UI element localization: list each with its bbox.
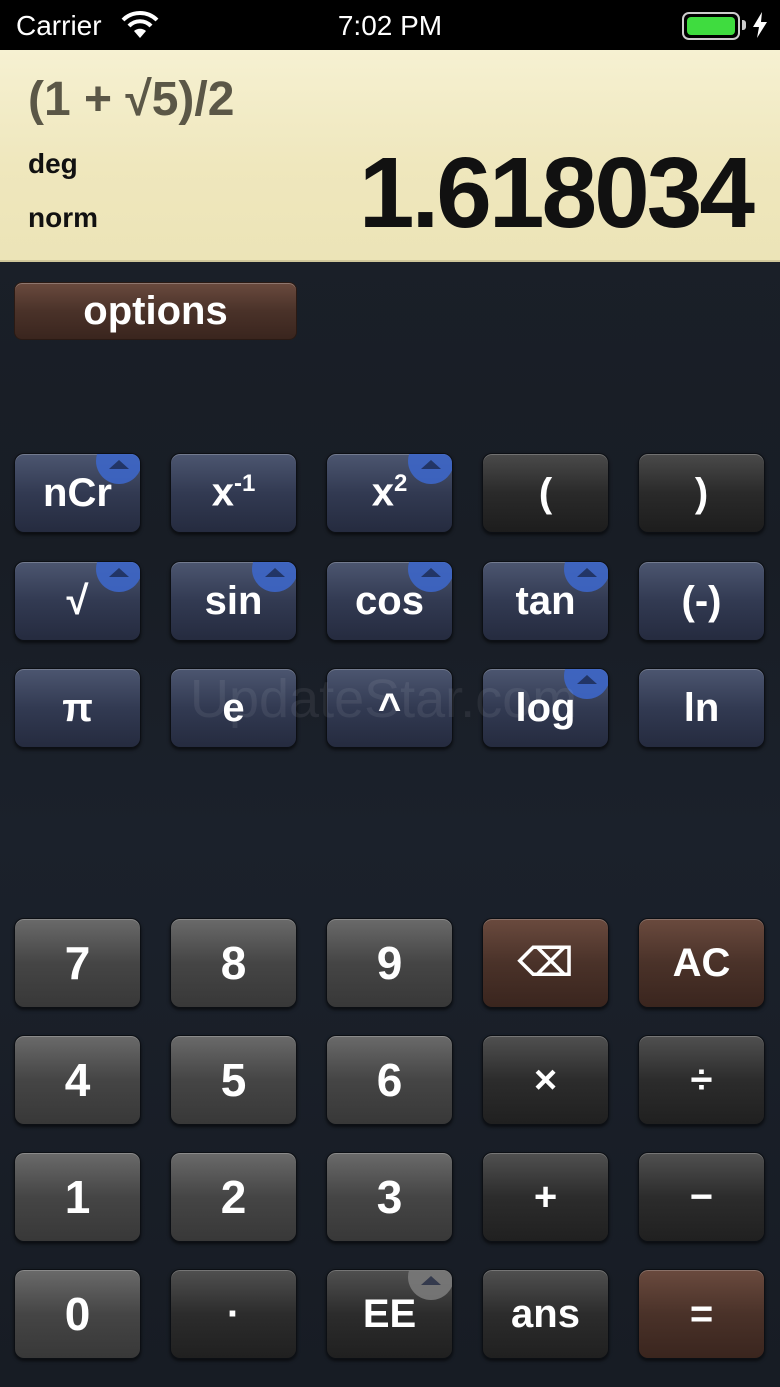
key-label: EE xyxy=(362,1291,417,1336)
reciprocal-key[interactable]: x-1 xyxy=(170,453,297,533)
plus-key[interactable]: + xyxy=(482,1152,609,1242)
backspace-key[interactable]: ⌫ xyxy=(482,918,609,1008)
close-paren-key[interactable]: ) xyxy=(638,453,765,533)
key-label: ans xyxy=(511,1291,580,1336)
pi-key[interactable]: π xyxy=(14,668,141,748)
e-key[interactable]: e xyxy=(170,668,297,748)
digit-1-key[interactable]: 1 xyxy=(14,1152,141,1242)
key-label: 5 xyxy=(220,1054,247,1106)
second-function-indicator xyxy=(96,562,140,592)
key-label: − xyxy=(689,1174,714,1219)
digit-3-key[interactable]: 3 xyxy=(326,1152,453,1242)
key-label: 0 xyxy=(64,1288,91,1340)
key-label: × xyxy=(533,1057,558,1102)
key-label: 6 xyxy=(376,1054,403,1106)
key-label: + xyxy=(533,1174,558,1219)
key-label: log xyxy=(515,685,576,730)
second-function-indicator xyxy=(408,454,452,484)
key-label: cos xyxy=(355,578,424,623)
number-mode-indicator: norm xyxy=(28,202,98,233)
digit-6-key[interactable]: 6 xyxy=(326,1035,453,1125)
sin-key[interactable]: sin xyxy=(170,561,297,641)
key-label: ln xyxy=(683,685,720,730)
key-label: nCr xyxy=(43,470,112,515)
ncr-key[interactable]: nCr xyxy=(14,453,141,533)
key-label: ( xyxy=(538,470,553,515)
key-label: 9 xyxy=(376,937,403,989)
key-label: tan xyxy=(515,578,576,623)
key-label: 3 xyxy=(376,1171,403,1223)
backspace-icon: ⌫ xyxy=(517,941,574,985)
equals-key[interactable]: = xyxy=(638,1269,765,1359)
cos-key[interactable]: cos xyxy=(326,561,453,641)
digit-2-key[interactable]: 2 xyxy=(170,1152,297,1242)
clock: 7:02 PM xyxy=(337,10,443,41)
tan-key[interactable]: tan xyxy=(482,561,609,641)
key-label: sin xyxy=(204,578,263,623)
result-value: 1.618034 xyxy=(358,137,755,249)
key-label: (-) xyxy=(681,578,722,623)
key-label: 1 xyxy=(64,1171,91,1223)
answer-key[interactable]: ans xyxy=(482,1269,609,1359)
minus-key[interactable]: − xyxy=(638,1152,765,1242)
key-label: 8 xyxy=(220,937,247,989)
key-label: 7 xyxy=(64,937,91,989)
log-key[interactable]: log xyxy=(482,668,609,748)
key-label: = xyxy=(689,1291,714,1336)
angle-mode-indicator: deg xyxy=(28,148,78,179)
power-key[interactable]: ^ xyxy=(326,668,453,748)
key-label: AC xyxy=(672,940,731,985)
battery-icon xyxy=(682,12,740,40)
digit-4-key[interactable]: 4 xyxy=(14,1035,141,1125)
digit-5-key[interactable]: 5 xyxy=(170,1035,297,1125)
key-label: ^ xyxy=(377,685,402,730)
key-label: π xyxy=(62,685,93,730)
key-label: ) xyxy=(694,470,709,515)
key-label: ÷ xyxy=(690,1057,713,1102)
open-paren-key[interactable]: ( xyxy=(482,453,609,533)
multiply-key[interactable]: × xyxy=(482,1035,609,1125)
digit-0-key[interactable]: 0 xyxy=(14,1269,141,1359)
battery-nub xyxy=(742,20,746,30)
square-key[interactable]: x2 xyxy=(326,453,453,533)
options-button[interactable]: options xyxy=(14,282,297,340)
status-bar: Carrier 7:02 PM xyxy=(0,0,780,50)
all-clear-key[interactable]: AC xyxy=(638,918,765,1008)
key-label: e xyxy=(222,685,245,730)
expression-line: (1 + √5)/2 xyxy=(28,73,235,126)
ln-key[interactable]: ln xyxy=(638,668,765,748)
exponent-ee-key[interactable]: EE xyxy=(326,1269,453,1359)
key-label: x-1 xyxy=(211,470,256,515)
key-label: 2 xyxy=(220,1171,247,1223)
digit-9-key[interactable]: 9 xyxy=(326,918,453,1008)
charging-bolt-icon xyxy=(753,12,767,38)
negate-key[interactable]: (-) xyxy=(638,561,765,641)
digit-7-key[interactable]: 7 xyxy=(14,918,141,1008)
decimal-point-key[interactable]: · xyxy=(170,1269,297,1359)
key-label: · xyxy=(226,1291,241,1336)
key-label: x2 xyxy=(371,470,408,515)
sqrt-key[interactable]: √ xyxy=(14,561,141,641)
divide-key[interactable]: ÷ xyxy=(638,1035,765,1125)
calculator-display: (1 + √5)/2 deg norm 1.618034 xyxy=(0,50,780,262)
digit-8-key[interactable]: 8 xyxy=(170,918,297,1008)
key-label: 4 xyxy=(64,1054,91,1106)
key-label: √ xyxy=(66,578,89,623)
